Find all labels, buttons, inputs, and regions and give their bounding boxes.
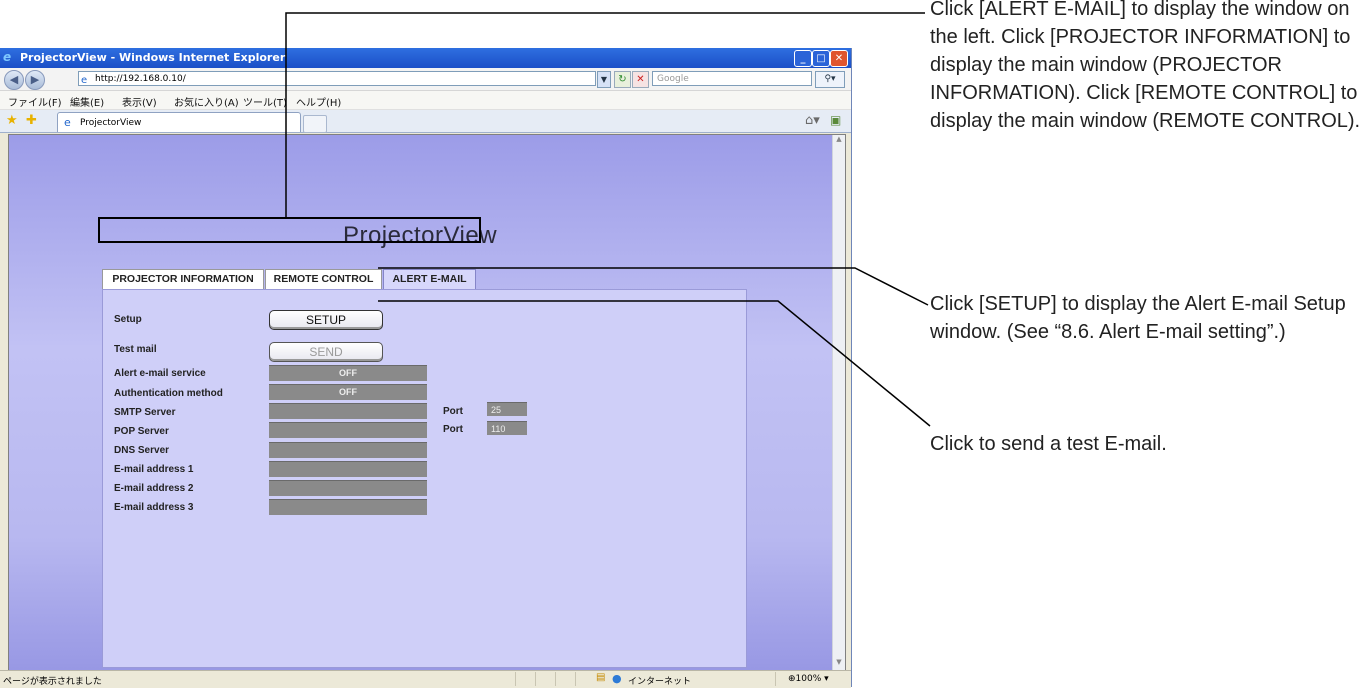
annotation-alert-tab: Click [ALERT E-MAIL] to display the wind… bbox=[930, 0, 1361, 132]
send-callout-line bbox=[378, 300, 931, 427]
tabs-callout-line bbox=[285, 12, 925, 218]
setup-callout-line bbox=[378, 267, 929, 306]
annotation-send: Click to send a test E-mail. bbox=[930, 433, 1167, 455]
tabs-highlight-box bbox=[98, 217, 481, 243]
annotation-setup: Click [SETUP] to display the Alert E-mai… bbox=[930, 293, 1346, 343]
